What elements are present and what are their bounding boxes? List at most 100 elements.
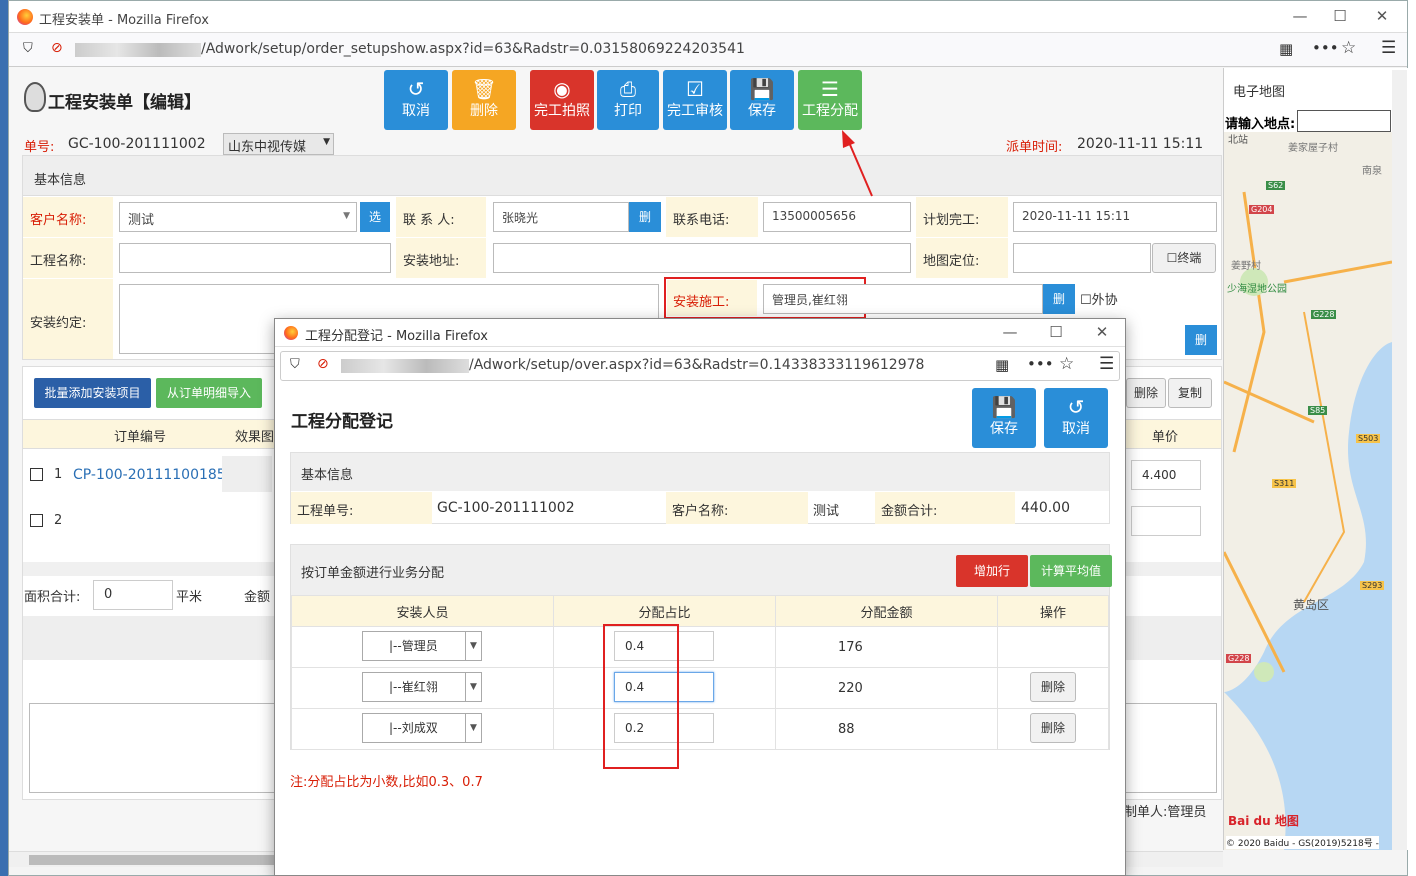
close-icon[interactable]: ✕	[1373, 7, 1391, 25]
scrollbar-thumb[interactable]	[29, 855, 289, 865]
popup-url-host-redacted	[341, 359, 469, 373]
popup-url-bar[interactable]: ⛉ ⊘ /Adwork/setup/over.aspx?id=63&Radstr…	[280, 351, 1120, 381]
qr-icon[interactable]: ▦	[995, 356, 1009, 374]
add-row-button[interactable]: 增加行	[956, 555, 1028, 587]
company-select[interactable]: 山东中视传媒 ▼	[223, 133, 334, 155]
main-url-bar[interactable]: ⛉ ⊘ /Adwork/setup/order_setupshow.aspx?i…	[9, 33, 1407, 67]
row-delete-button-2[interactable]: 删除	[1030, 672, 1076, 702]
popup-titlebar: 工程分配登记 - Mozilla Firefox — ☐ ✕	[275, 319, 1125, 347]
installer-delete-button[interactable]: 删	[1043, 284, 1075, 314]
project-label: 工程名称:	[30, 254, 87, 269]
popup-cancel-label: 取消	[1062, 421, 1090, 437]
more-icon[interactable]: •••	[1312, 39, 1339, 57]
main-url-text: /Adwork/setup/order_setupshow.aspx?id=63…	[201, 41, 745, 57]
person-select-2[interactable]: |--崔红翎 ▼	[362, 672, 482, 702]
popup-maximize-icon[interactable]: ☐	[1047, 323, 1065, 341]
avg-button[interactable]: 计算平均值	[1030, 555, 1112, 587]
chevron-down-icon: ▼	[465, 714, 481, 742]
row2-checkbox[interactable]	[30, 514, 43, 527]
bookmark-star-icon[interactable]: ☆	[1059, 354, 1074, 374]
mascot-logo	[24, 82, 46, 112]
order-no-value: GC-100-201111002	[68, 136, 206, 152]
chevron-down-icon: ▼	[343, 211, 350, 221]
add-batch-button[interactable]: 批量添加安装项目	[34, 378, 151, 408]
row-delete-button-3[interactable]: 删除	[1030, 713, 1076, 743]
map-label-5: 姜野村	[1231, 261, 1261, 272]
col-order-header: 订单编号	[114, 430, 167, 445]
popup-save-button[interactable]: 💾 保存	[972, 388, 1036, 448]
import-button[interactable]: 从订单明细导入	[156, 378, 262, 408]
installer-field[interactable]: 管理员,崔红翎	[763, 284, 1043, 314]
minimize-icon[interactable]: —	[1291, 7, 1309, 25]
popup-minimize-icon[interactable]: —	[1001, 323, 1019, 341]
outsource-checkbox[interactable]: ☐外协	[1080, 289, 1118, 308]
contact-field[interactable]: 张晓光	[493, 202, 629, 232]
contact-delete-button[interactable]: 删	[629, 202, 661, 232]
items-delete-button[interactable]: 删除	[1126, 378, 1166, 408]
customer-select-button[interactable]: 选	[360, 202, 390, 232]
qr-icon[interactable]: ▦	[1279, 40, 1293, 58]
review-button[interactable]: ☑ 完工审核	[663, 70, 727, 130]
items-copy-button[interactable]: 复制	[1168, 378, 1212, 408]
row1-order-link[interactable]: CP-100-20111100185	[73, 467, 226, 483]
assign-button[interactable]: ☰ 工程分配	[798, 70, 862, 130]
row1-checkbox[interactable]	[30, 468, 43, 481]
desktop-background	[0, 0, 8, 876]
assign-popup-window: 工程分配登记 - Mozilla Firefox — ☐ ✕ ⛉ ⊘ /Adwo…	[274, 318, 1126, 876]
map-canvas[interactable]	[1224, 132, 1392, 850]
undo-icon: ↺	[1067, 395, 1085, 419]
project-field[interactable]	[119, 243, 391, 273]
dispatch-time: 2020-11-11 15:11	[1077, 136, 1204, 152]
terminal-label: 终端	[1177, 251, 1202, 265]
order-no-label: 单号:	[24, 140, 55, 155]
row1-price-field[interactable]: 4.400	[1131, 460, 1201, 490]
print-button[interactable]: ⎙ 打印	[597, 70, 659, 130]
checkbox-icon: ☐	[1166, 251, 1178, 265]
plan-field[interactable]: 2020-11-11 15:11	[1013, 202, 1217, 232]
map-label-0: 北站	[1228, 135, 1248, 146]
checkbox-icon: ☑	[686, 77, 704, 101]
popup-close-icon[interactable]: ✕	[1093, 323, 1111, 341]
customer-label: 客户名称:	[30, 213, 87, 228]
save-button[interactable]: 💾 保存	[730, 70, 794, 130]
menu-icon[interactable]: ☰	[1381, 38, 1396, 58]
row3-delete-button[interactable]: 删	[1185, 325, 1217, 355]
map-vertical-scrollbar[interactable]	[1392, 70, 1407, 850]
map-copyright: © 2020 Baidu - GS(2019)5218号 -	[1226, 836, 1379, 849]
popup-url-text: /Adwork/setup/over.aspx?id=63&Radstr=0.1…	[469, 357, 925, 373]
camera-icon: ◉	[553, 77, 571, 101]
more-icon[interactable]: •••	[1027, 355, 1054, 373]
photo-button[interactable]: ◉ 完工拍照	[530, 70, 594, 130]
col-effect-header: 效果图	[235, 430, 275, 445]
dispatch-label: 派单时间:	[1006, 140, 1063, 155]
customer-select[interactable]: 测试 ▼	[119, 202, 357, 232]
person-select-3[interactable]: |--刘成双 ▼	[362, 713, 482, 743]
row2-price-field[interactable]	[1131, 506, 1201, 536]
map-search-input[interactable]	[1297, 110, 1391, 132]
review-label: 完工审核	[667, 103, 723, 119]
chevron-down-icon: ▼	[465, 673, 481, 701]
map-label-2: 南泉	[1362, 166, 1382, 177]
amount-cell: 220	[775, 667, 998, 709]
mapcoord-field[interactable]	[1013, 243, 1151, 273]
total-value: 440.00	[1021, 500, 1070, 516]
address-field[interactable]	[493, 243, 911, 273]
menu-icon[interactable]: ☰	[1099, 354, 1114, 374]
map-label-9: S503	[1356, 434, 1381, 443]
delete-button[interactable]: 🗑 删除	[452, 70, 516, 130]
terminal-button[interactable]: ☐终端	[1152, 243, 1216, 273]
phone-field[interactable]: 13500005656	[763, 202, 911, 232]
area-field[interactable]: 0	[93, 580, 173, 610]
cancel-button[interactable]: ↺ 取消	[384, 70, 448, 130]
delete-label: 删除	[470, 103, 498, 119]
popup-cancel-button[interactable]: ↺ 取消	[1044, 388, 1108, 448]
add-row-label: 增加行	[973, 564, 1010, 578]
popup-customer-label: 客户名称:	[672, 504, 729, 519]
photo-label: 完工拍照	[534, 103, 590, 119]
maximize-icon[interactable]: ☐	[1331, 7, 1349, 25]
person-select-1-value: |--管理员	[389, 639, 438, 653]
bookmark-star-icon[interactable]: ☆	[1341, 38, 1356, 58]
map-search-label: 请输入地点:	[1225, 117, 1296, 132]
col-ratio-header: 分配占比	[553, 595, 776, 627]
person-select-1[interactable]: |--管理员 ▼	[362, 631, 482, 661]
